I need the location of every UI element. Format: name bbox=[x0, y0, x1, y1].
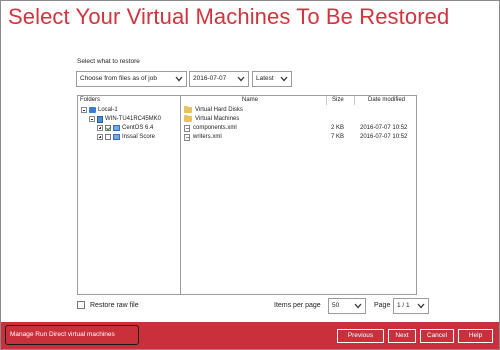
file-size: 2 KB bbox=[331, 125, 345, 131]
page-label: Page bbox=[374, 302, 391, 309]
cancel-button[interactable]: Cancel bbox=[420, 329, 454, 343]
file-date: 2016-07-07 10:52 bbox=[360, 134, 408, 140]
chevron-down-icon bbox=[353, 299, 363, 313]
file-row[interactable]: Virtual Hard Disks bbox=[184, 105, 416, 114]
restore-raw-option[interactable]: Restore raw file bbox=[77, 301, 139, 309]
date-value: 2016-07-07 bbox=[193, 75, 227, 82]
folders-header: Folders bbox=[80, 97, 101, 103]
file-name: writers.xml bbox=[193, 134, 222, 140]
footer-bar: Manage Run Direct virtual machines Previ… bbox=[1, 322, 499, 349]
chevron-down-icon bbox=[416, 299, 426, 313]
items-per-page-value: 50 bbox=[332, 302, 340, 309]
file-row[interactable]: writers.xml 7 KB 2016-07-07 10:52 bbox=[184, 133, 416, 141]
file-name: Virtual Hard Disks bbox=[195, 107, 243, 113]
computer-icon bbox=[89, 107, 96, 113]
restore-source-label: Select what to restore bbox=[77, 58, 140, 65]
column-header-name[interactable]: Name bbox=[242, 97, 258, 103]
help-button[interactable]: Help bbox=[458, 329, 493, 343]
version-value: Latest bbox=[256, 75, 274, 82]
virtual-machine-icon bbox=[113, 134, 120, 140]
file-icon bbox=[184, 124, 190, 132]
file-row[interactable]: components.xml 2 KB 2016-07-07 10:52 bbox=[184, 124, 416, 132]
restore-raw-checkbox[interactable] bbox=[77, 301, 85, 309]
chevron-down-icon bbox=[279, 72, 289, 86]
file-size: 7 KB bbox=[331, 134, 345, 140]
file-name: Virtual Machines bbox=[195, 116, 240, 122]
column-divider bbox=[354, 96, 355, 105]
restore-source-value: Choose from files as of job bbox=[80, 75, 157, 82]
expand-icon[interactable] bbox=[97, 125, 103, 131]
items-per-page-label: Items per page bbox=[274, 302, 321, 309]
folders-pane: Folders Local-1 WIN-TU41RC45MK0 CentOS 6… bbox=[78, 96, 181, 294]
tree-item-vm-centos[interactable]: CentOS 6.4 bbox=[97, 124, 153, 132]
version-select[interactable]: Latest bbox=[252, 71, 292, 87]
tree-item-label: CentOS 6.4 bbox=[122, 125, 154, 131]
virtual-machine-icon bbox=[113, 125, 120, 131]
collapse-icon[interactable] bbox=[81, 107, 87, 113]
tree-item-vm-inssal[interactable]: Inssal Score bbox=[97, 133, 155, 141]
column-header-size[interactable]: Size bbox=[332, 97, 344, 103]
files-pane: Name Size Date modified Virtual Hard Dis… bbox=[182, 96, 416, 294]
folder-icon bbox=[184, 105, 192, 113]
vm-checkbox[interactable] bbox=[105, 134, 111, 140]
restore-source-select[interactable]: Choose from files as of job bbox=[76, 71, 187, 87]
server-icon bbox=[97, 115, 103, 123]
column-divider bbox=[326, 96, 327, 105]
folder-icon bbox=[184, 114, 192, 122]
tree-item-label: Local-1 bbox=[98, 107, 118, 113]
tree-item-host[interactable]: WIN-TU41RC45MK0 bbox=[89, 115, 161, 123]
expand-icon[interactable] bbox=[97, 134, 103, 140]
collapse-icon[interactable] bbox=[89, 116, 95, 122]
column-header-date[interactable]: Date modified bbox=[368, 97, 405, 103]
chevron-down-icon bbox=[174, 72, 184, 86]
file-icon bbox=[184, 133, 190, 141]
date-select[interactable]: 2016-07-07 bbox=[189, 71, 249, 87]
chevron-down-icon bbox=[236, 72, 246, 86]
page-select[interactable]: 1 / 1 bbox=[393, 298, 429, 314]
next-button[interactable]: Next bbox=[388, 329, 416, 343]
file-browser: Folders Local-1 WIN-TU41RC45MK0 CentOS 6… bbox=[77, 95, 417, 295]
tree-item-label: WIN-TU41RC45MK0 bbox=[105, 116, 162, 122]
file-row[interactable]: Virtual Machines bbox=[184, 114, 416, 123]
page-title: Select Your Virtual Machines To Be Resto… bbox=[8, 4, 450, 29]
restore-raw-label: Restore raw file bbox=[90, 301, 139, 309]
file-date: 2016-07-07 10:52 bbox=[360, 125, 408, 131]
vm-checkbox[interactable] bbox=[105, 125, 111, 131]
file-name: components.xml bbox=[193, 125, 237, 131]
tree-item-label: Inssal Score bbox=[122, 134, 156, 140]
page-value: 1 / 1 bbox=[397, 302, 410, 309]
manage-run-direct-button[interactable]: Manage Run Direct virtual machines bbox=[5, 325, 139, 345]
previous-button[interactable]: Previous bbox=[337, 329, 384, 343]
tree-item-local[interactable]: Local-1 bbox=[81, 106, 118, 114]
items-per-page-select[interactable]: 50 bbox=[328, 298, 366, 314]
